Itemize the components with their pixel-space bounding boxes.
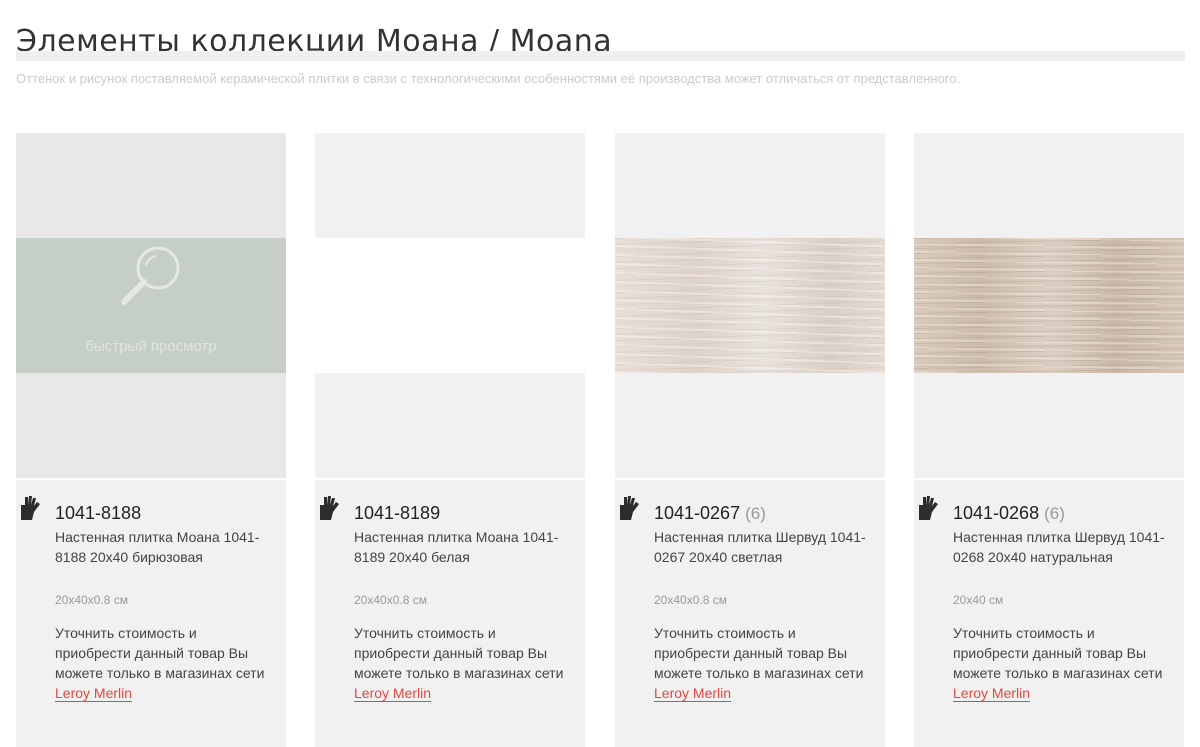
purchase-note: Уточнить стоимость и приобрести данный т… xyxy=(654,623,869,703)
purchase-note-text: Уточнить стоимость и приобрести данный т… xyxy=(55,625,265,681)
product-sku[interactable]: 1041-0267 (6) xyxy=(654,503,766,524)
card-divider xyxy=(16,478,286,480)
disclaimer-text: Оттенок и рисунок поставляемой керамичес… xyxy=(16,71,961,86)
product-sku-text[interactable]: 1041-8189 xyxy=(354,503,440,523)
product-count: (6) xyxy=(745,504,766,523)
product-card[interactable]: 1041-8189 Настенная плитка Моана 1041-81… xyxy=(315,133,585,747)
leroy-merlin-link[interactable]: Leroy Merlin xyxy=(55,685,133,702)
purchase-note-text: Уточнить стоимость и приобрести данный т… xyxy=(354,625,564,681)
product-description[interactable]: Настенная плитка Моана 1041-8188 20x40 б… xyxy=(55,527,275,567)
product-size: 20x40x0.8 см xyxy=(354,593,427,607)
product-size: 20x40x0.8 см xyxy=(654,593,727,607)
purchase-note: Уточнить стоимость и приобрести данный т… xyxy=(953,623,1168,703)
leroy-merlin-link[interactable]: Leroy Merlin xyxy=(654,685,732,702)
quick-view-label: быстрый просмотр xyxy=(85,338,217,355)
quick-view-overlay-bottom xyxy=(16,373,286,478)
tile-image[interactable] xyxy=(914,238,1184,373)
product-image[interactable] xyxy=(914,133,1184,478)
product-description[interactable]: Настенная плитка Шервуд 1041-0267 20x40 … xyxy=(654,527,874,567)
product-size: 20x40x0.8 см xyxy=(55,593,128,607)
product-sku[interactable]: 1041-0268 (6) xyxy=(953,503,1065,524)
purchase-note-text: Уточнить стоимость и приобрести данный т… xyxy=(953,625,1163,681)
tile-image[interactable] xyxy=(315,238,585,373)
magnifier-icon xyxy=(121,246,180,305)
product-description[interactable]: Настенная плитка Моана 1041-8189 20x40 б… xyxy=(354,527,574,567)
product-card[interactable]: 1041-0267 (6) Настенная плитка Шервуд 10… xyxy=(615,133,885,747)
product-sku-text[interactable]: 1041-8188 xyxy=(55,503,141,523)
purchase-note: Уточнить стоимость и приобрести данный т… xyxy=(354,623,569,703)
hand-icon xyxy=(21,496,40,520)
product-size: 20x40 см xyxy=(953,593,1004,607)
product-sku-text[interactable]: 1041-0268 xyxy=(953,503,1039,523)
product-sku[interactable]: 1041-8188 xyxy=(55,503,141,524)
product-card[interactable]: 1041-0268 (6) Настенная плитка Шервуд 10… xyxy=(914,133,1184,747)
quick-view-button[interactable]: быстрый просмотр xyxy=(16,238,286,373)
product-count: (6) xyxy=(1044,504,1065,523)
hand-icon xyxy=(320,496,339,520)
product-image[interactable] xyxy=(615,133,885,478)
hand-icon xyxy=(919,496,938,520)
card-divider xyxy=(315,478,585,480)
product-description[interactable]: Настенная плитка Шервуд 1041-0268 20x40 … xyxy=(953,527,1173,567)
leroy-merlin-link[interactable]: Leroy Merlin xyxy=(953,685,1031,702)
product-sku[interactable]: 1041-8189 xyxy=(354,503,440,524)
card-divider xyxy=(615,478,885,480)
product-image[interactable] xyxy=(315,133,585,478)
purchase-note-text: Уточнить стоимость и приобрести данный т… xyxy=(654,625,864,681)
leroy-merlin-link[interactable]: Leroy Merlin xyxy=(354,685,432,702)
product-sku-text[interactable]: 1041-0267 xyxy=(654,503,740,523)
purchase-note: Уточнить стоимость и приобрести данный т… xyxy=(55,623,270,703)
quick-view-overlay-top xyxy=(16,133,286,238)
card-divider xyxy=(914,478,1184,480)
tile-image[interactable] xyxy=(615,238,885,373)
title-underline xyxy=(16,51,1185,61)
product-card[interactable]: быстрый просмотр 1041-8188 Настенная пли… xyxy=(16,133,286,747)
hand-icon xyxy=(620,496,639,520)
product-image[interactable]: быстрый просмотр xyxy=(16,133,286,478)
